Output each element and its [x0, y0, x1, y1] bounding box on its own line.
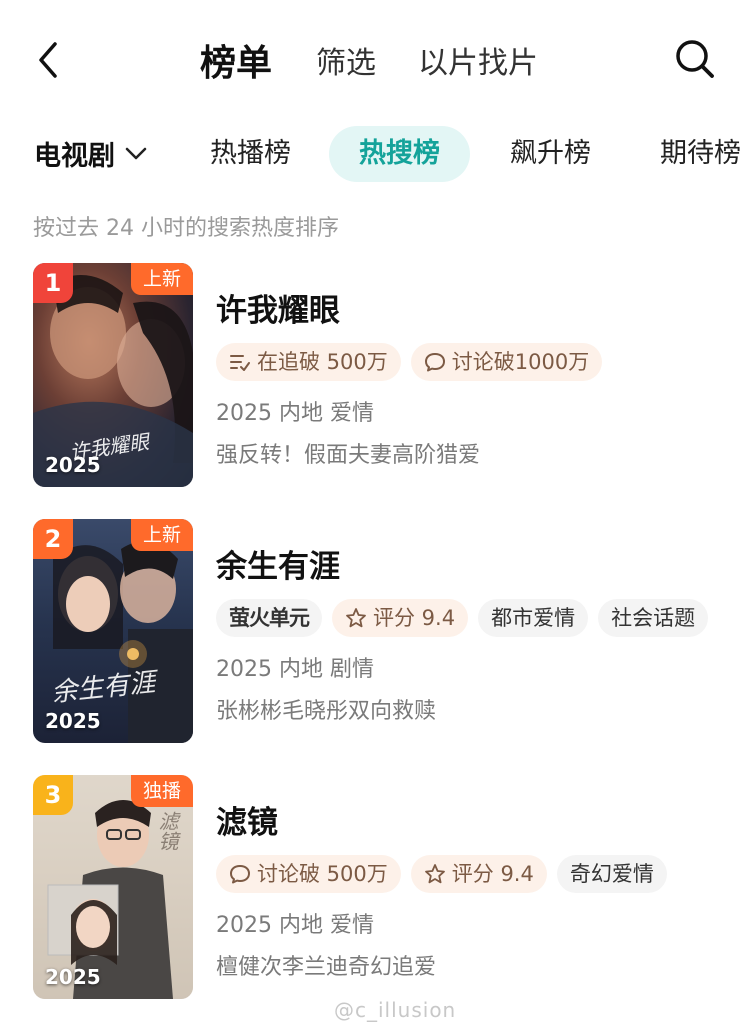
tag-text: 都市爱情 — [491, 606, 576, 630]
star-icon — [346, 608, 366, 628]
rank-badge: 3 — [33, 775, 73, 815]
tag-firefly-unit: 萤火单元 — [216, 599, 322, 637]
poster-year: 2025 — [45, 965, 101, 989]
header-tabs: 榜单 筛选 以片找片 — [200, 30, 580, 90]
chevron-down-icon — [125, 147, 147, 159]
tag-text: 奇幻爱情 — [569, 862, 654, 886]
chat-bubble-icon — [230, 865, 250, 884]
pill-rising[interactable]: 飙升榜 — [480, 126, 621, 182]
item-meta: 2025 内地 剧情 — [216, 657, 374, 682]
tag-row: 在追破 500万 讨论破1000万 — [216, 343, 612, 381]
category-dropdown[interactable]: 电视剧 — [34, 134, 147, 173]
pill-anticipated[interactable]: 期待榜 — [630, 126, 750, 182]
tag-text: 讨论破1000万 — [451, 350, 590, 374]
item-description: 强反转！假面夫妻高阶猎爱 — [216, 443, 481, 468]
poster-year: 2025 — [45, 453, 101, 477]
star-icon — [424, 864, 445, 884]
tag-row: 讨论破 500万 评分 9.4 奇幻爱情 — [216, 855, 677, 893]
list-item[interactable]: 滤镜 3 独播 2025 滤镜 讨论破 500万 评分 9.4 奇幻爱情 202… — [0, 775, 750, 1003]
category-dropdown-label: 电视剧 — [34, 141, 115, 172]
search-button[interactable] — [672, 36, 718, 82]
tag-topic: 社会话题 — [598, 599, 709, 637]
tab-ranking[interactable]: 榜单 — [200, 34, 272, 86]
chat-bubble-icon — [424, 353, 445, 372]
tab-filter[interactable]: 筛选 — [316, 38, 376, 82]
exclusive-badge: 独播 — [130, 775, 193, 807]
tag-genre: 奇幻爱情 — [556, 855, 667, 893]
rank-badge: 1 — [33, 263, 73, 303]
item-description: 檀健次李兰迪奇幻追爱 — [216, 955, 437, 980]
tab-find-by-film[interactable]: 以片找片 — [418, 38, 538, 82]
poster-year: 2025 — [45, 709, 101, 733]
poster-image[interactable]: 滤镜 3 独播 2025 — [33, 775, 193, 999]
tag-text: 评分 9.4 — [451, 862, 534, 886]
tag-text: 讨论破 500万 — [257, 862, 388, 886]
tag-rating: 评分 9.4 — [410, 855, 547, 893]
tag-text: 社会话题 — [611, 606, 696, 630]
tag-discussion: 讨论破1000万 — [410, 343, 603, 381]
tag-text: 评分 9.4 — [373, 606, 456, 630]
pill-hot-play[interactable]: 热播榜 — [180, 126, 321, 182]
poster-title: 滤镜 — [155, 811, 179, 851]
tag-genre: 都市爱情 — [478, 599, 589, 637]
list-item[interactable]: 余生有涯 2 上新 2025 余生有涯 萤火单元 评分 9.4 都市爱情 社会话… — [0, 519, 750, 747]
new-badge: 上新 — [130, 263, 193, 295]
category-row: 电视剧 热播榜 热搜榜 飙升榜 期待榜 — [0, 126, 750, 186]
tag-discussion: 讨论破 500万 — [216, 855, 401, 893]
tag-tracking: 在追破 500万 — [216, 343, 401, 381]
poster-image[interactable]: 许我耀眼 1 上新 2025 — [33, 263, 193, 487]
pill-hot-search[interactable]: 热搜榜 — [329, 126, 470, 182]
item-description: 张彬彬毛晓彤双向救赎 — [216, 699, 437, 724]
ranking-description: 按过去 24 小时的搜索热度排序 — [33, 216, 339, 241]
top-nav-bar: 榜单 筛选 以片找片 — [0, 0, 750, 120]
rank-badge: 2 — [33, 519, 73, 559]
watermark: @c_illusion — [334, 998, 457, 1022]
item-title[interactable]: 余生有涯 — [216, 541, 340, 586]
tag-text: 萤火单元 — [229, 605, 310, 630]
tag-text: 在追破 500万 — [257, 350, 388, 374]
tag-rating: 评分 9.4 — [332, 599, 469, 637]
item-title[interactable]: 许我耀眼 — [216, 285, 340, 330]
chevron-left-icon — [39, 42, 57, 78]
poster-image[interactable]: 余生有涯 2 上新 2025 — [33, 519, 193, 743]
item-meta: 2025 内地 爱情 — [216, 913, 374, 938]
tag-row: 萤火单元 评分 9.4 都市爱情 社会话题 — [216, 599, 718, 637]
search-icon — [676, 40, 714, 78]
list-item[interactable]: 许我耀眼 1 上新 2025 许我耀眼 在追破 500万 讨论破1000万 20… — [0, 263, 750, 491]
back-button[interactable] — [28, 36, 68, 84]
list-check-icon — [230, 355, 250, 371]
item-title[interactable]: 滤镜 — [216, 797, 278, 842]
new-badge: 上新 — [130, 519, 193, 551]
item-meta: 2025 内地 爱情 — [216, 401, 374, 426]
